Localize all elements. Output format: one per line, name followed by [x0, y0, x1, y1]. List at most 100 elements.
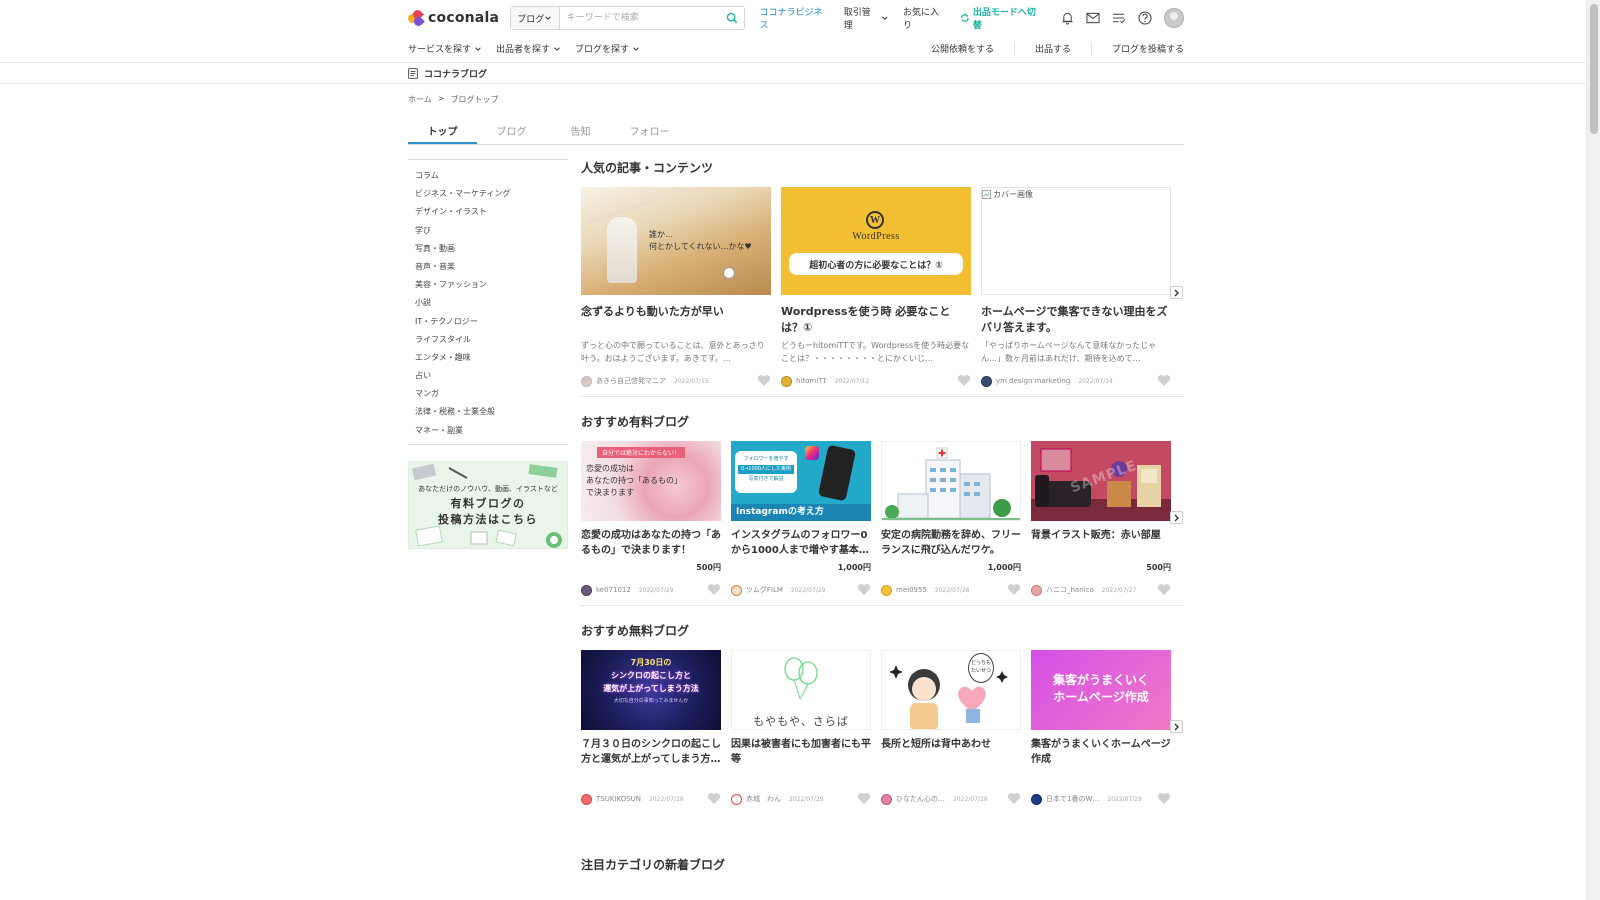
- trade-management-menu[interactable]: 取引管理: [844, 5, 889, 31]
- message-mail-icon[interactable]: [1086, 11, 1101, 26]
- notification-bell-icon[interactable]: [1060, 11, 1075, 26]
- help-question-icon[interactable]: [1138, 11, 1153, 26]
- like-heart-icon[interactable]: [707, 583, 721, 596]
- author-name[interactable]: ハニコ_hanico: [1046, 585, 1094, 595]
- author-avatar[interactable]: [981, 375, 992, 387]
- sidebar-item-design-illustration[interactable]: デザイン・イラスト: [415, 203, 568, 221]
- author-avatar[interactable]: [881, 584, 892, 596]
- article-card[interactable]: 誰か… 何とかしてくれない…かな♥ 念ずるよりも動いた方が早い ずっと心の中で願…: [581, 187, 771, 388]
- task-list-icon[interactable]: [1112, 11, 1127, 26]
- author-name[interactable]: ke071012: [596, 586, 631, 594]
- search-button[interactable]: [720, 7, 744, 29]
- like-heart-icon[interactable]: [957, 374, 971, 387]
- sidebar-item-manga[interactable]: マンガ: [415, 385, 568, 403]
- like-heart-icon[interactable]: [1007, 583, 1021, 596]
- logo[interactable]: coconala: [406, 8, 508, 28]
- author-avatar[interactable]: [781, 375, 792, 387]
- blog-card[interactable]: 自分では絶対にわからない！ 恋愛の成功は あなたの持つ「あるもの」 で決まります…: [581, 441, 721, 597]
- tab-blog[interactable]: ブログ: [477, 123, 546, 144]
- blog-title[interactable]: 背景イラスト販売：赤い部屋: [1031, 528, 1171, 558]
- sidebar-item-entertainment-hobby[interactable]: エンタメ・趣味: [415, 349, 568, 367]
- sidebar-item-column[interactable]: コラム: [415, 167, 568, 185]
- like-heart-icon[interactable]: [1007, 792, 1021, 805]
- search-category-select[interactable]: ブログ: [510, 7, 560, 29]
- like-heart-icon[interactable]: [857, 583, 871, 596]
- blog-card[interactable]: もやもや、さらば 因果は被害者にも加害者にも平等 赤城 わん 2022/07/2…: [731, 650, 871, 806]
- author-avatar[interactable]: [731, 793, 742, 805]
- sidebar-item-beauty-fashion[interactable]: 美容・ファッション: [415, 276, 568, 294]
- blog-card[interactable]: 集客がうまくいく ホームページ作成 集客がうまくいくホームページ作成 日本で1番…: [1031, 650, 1171, 806]
- like-heart-icon[interactable]: [1157, 374, 1171, 387]
- author-name[interactable]: ツムグFILM: [746, 585, 783, 595]
- author-name[interactable]: 赤城 わん: [746, 794, 781, 804]
- author-avatar[interactable]: [581, 584, 592, 596]
- tab-follow[interactable]: フォロー: [615, 123, 684, 144]
- seller-mode-switch[interactable]: 出品モードへ切替: [960, 5, 1042, 31]
- sidebar-item-audio-music[interactable]: 音声・音楽: [415, 258, 568, 276]
- author-name[interactable]: ym design marketing: [996, 377, 1070, 385]
- paid-blog-banner[interactable]: あなただけのノウハウ、動画、イラストなど 有料ブログの 投稿方法はこちら: [408, 460, 568, 549]
- blog-card[interactable]: 7月30日の シンクロの起こし方と 運気が上がってしまう方法 大切な自分の事知っ…: [581, 650, 721, 806]
- like-heart-icon[interactable]: [857, 792, 871, 805]
- like-heart-icon[interactable]: [1157, 792, 1171, 805]
- blog-title[interactable]: 安定の病院勤務を辞め、フリーランスに飛び込んだワケ。: [881, 528, 1021, 558]
- sidebar-item-money-sidejob[interactable]: マネー・副業: [415, 422, 568, 440]
- blog-title[interactable]: 集客がうまくいくホームページ作成: [1031, 737, 1171, 767]
- author-avatar[interactable]: [1031, 584, 1042, 596]
- sidebar-item-business-marketing[interactable]: ビジネス・マーケティング: [415, 185, 568, 203]
- author-avatar[interactable]: [581, 793, 592, 805]
- sidebar-item-law-tax[interactable]: 法律・税務・士業全般: [415, 403, 568, 421]
- carousel-next-button[interactable]: [1170, 511, 1183, 524]
- blog-card[interactable]: 安定の病院勤務を辞め、フリーランスに飛び込んだワケ。 1,000円 mei095…: [881, 441, 1021, 597]
- blog-title[interactable]: 因果は被害者にも加害者にも平等: [731, 737, 871, 767]
- like-heart-icon[interactable]: [707, 792, 721, 805]
- blog-card[interactable]: どっちもたいせつ 長所と短所は背中あわせ ひなたん心の… 2022/07/29: [881, 650, 1021, 806]
- author-avatar[interactable]: [1031, 793, 1042, 805]
- blog-card[interactable]: SAMPLE 背景イラスト販売：赤い部屋 500円 ハニコ_hanico 202…: [1031, 441, 1171, 597]
- author-name[interactable]: 日本で1番のW…: [1046, 794, 1099, 804]
- subnav-find-sellers[interactable]: 出品者を探す: [496, 42, 561, 55]
- subnav-find-blogs[interactable]: ブログを探す: [575, 42, 640, 55]
- blog-card[interactable]: フォロワーを増やす 0→1000人にした実例 写真付きで解説 Instagram…: [731, 441, 871, 597]
- favorites-link[interactable]: お気に入り: [903, 5, 946, 31]
- post-blog-link[interactable]: ブログを投稿する: [1090, 42, 1184, 55]
- post-request-link[interactable]: 公開依頼をする: [911, 42, 1014, 55]
- sidebar-item-lifestyle[interactable]: ライフスタイル: [415, 331, 568, 349]
- blog-title[interactable]: 恋愛の成功はあなたの持つ「あるもの」で決まります！: [581, 528, 721, 558]
- sidebar-item-it-technology[interactable]: IT・テクノロジー: [415, 313, 568, 331]
- blog-title[interactable]: ７月３０日のシンクロの起こし方と運気が上がってしまう方…: [581, 737, 721, 767]
- tab-announcement[interactable]: 告知: [546, 123, 615, 144]
- user-avatar[interactable]: [1163, 8, 1184, 28]
- author-name[interactable]: mei0955: [896, 586, 927, 594]
- article-title[interactable]: ホームページで集客できない理由をズバリ答えます。: [981, 304, 1171, 336]
- carousel-next-button[interactable]: [1170, 286, 1183, 299]
- blog-title[interactable]: インスタグラムのフォロワー0から1000人まで増やす基本…: [731, 528, 871, 558]
- like-heart-icon[interactable]: [757, 374, 771, 387]
- blog-band-title[interactable]: ココナラブログ: [424, 67, 487, 80]
- article-title[interactable]: 念ずるよりも動いた方が早い: [581, 304, 771, 336]
- like-heart-icon[interactable]: [1157, 583, 1171, 596]
- page-scrollbar[interactable]: [1586, 0, 1600, 900]
- sidebar-item-novel[interactable]: 小説: [415, 294, 568, 312]
- sidebar-item-photo-video[interactable]: 写真・動画: [415, 240, 568, 258]
- author-name[interactable]: ひなたん心の…: [896, 794, 945, 804]
- article-card[interactable]: W WordPress 超初心者の方に必要なことは？① Wordpressを使う…: [781, 187, 971, 388]
- tab-top[interactable]: トップ: [408, 123, 477, 144]
- sidebar-item-fortune[interactable]: 占い: [415, 367, 568, 385]
- author-name[interactable]: あきら自己啓発マニア: [596, 376, 666, 386]
- author-avatar[interactable]: [731, 584, 742, 596]
- sidebar-item-learning[interactable]: 学び: [415, 222, 568, 240]
- breadcrumb-home[interactable]: ホーム: [408, 94, 432, 105]
- search-input[interactable]: [559, 7, 720, 29]
- blog-title[interactable]: 長所と短所は背中あわせ: [881, 737, 1021, 767]
- author-name[interactable]: TSUKIKOSUN: [596, 795, 641, 803]
- article-title[interactable]: Wordpressを使う時 必要なことは？①: [781, 304, 971, 336]
- coconala-business-link[interactable]: ココナラビジネス: [760, 5, 829, 31]
- article-card[interactable]: カバー画像 ホームページで集客できない理由をズバリ答えます。 「やっぱりホームペ…: [981, 187, 1171, 388]
- scrollbar-thumb[interactable]: [1590, 4, 1598, 134]
- carousel-next-button[interactable]: [1170, 720, 1183, 733]
- subnav-find-services[interactable]: サービスを探す: [408, 42, 482, 55]
- author-avatar[interactable]: [581, 375, 592, 387]
- author-avatar[interactable]: [881, 793, 892, 805]
- author-name[interactable]: hitomiTT: [796, 377, 827, 385]
